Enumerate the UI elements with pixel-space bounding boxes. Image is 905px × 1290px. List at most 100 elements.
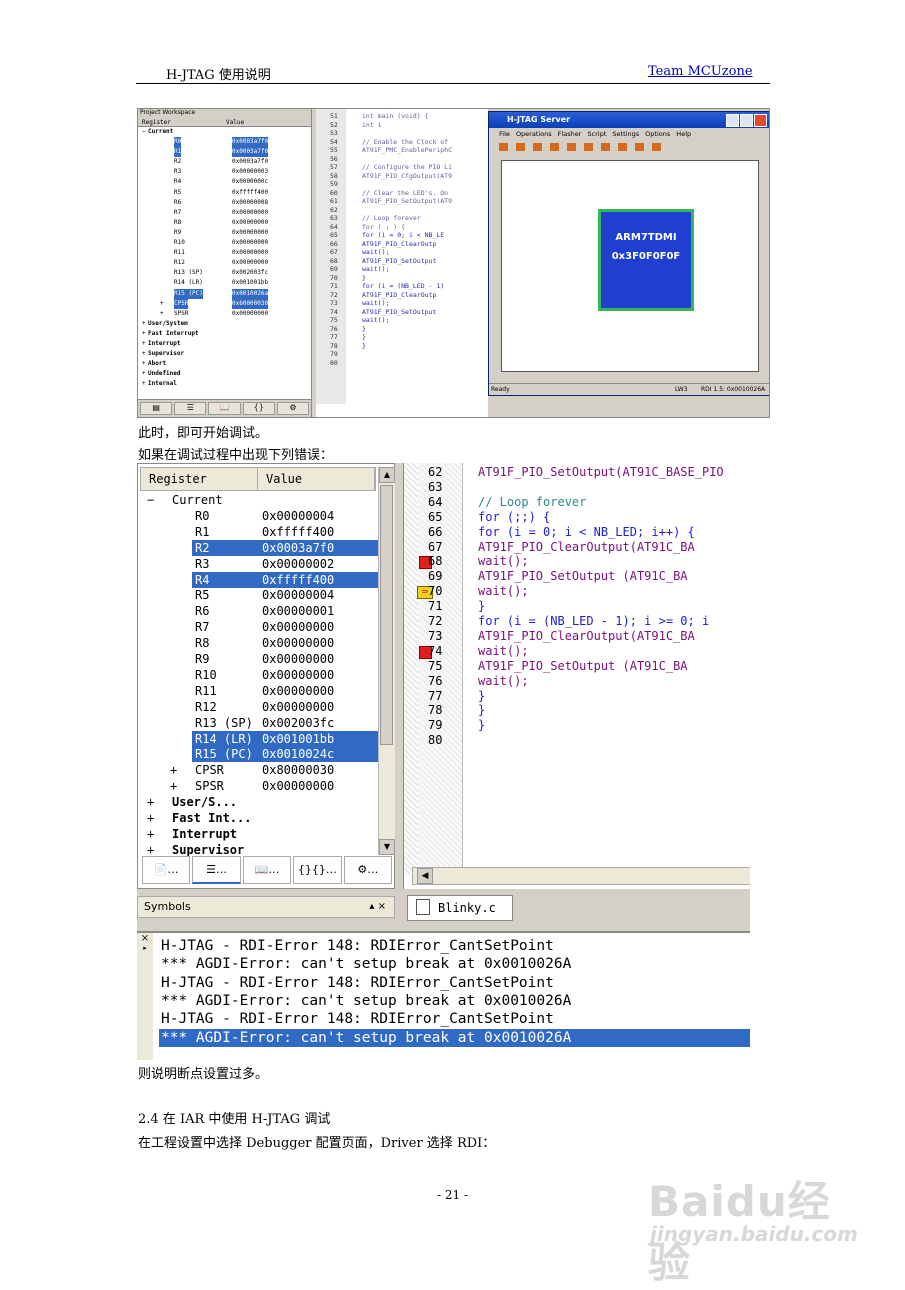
register-row[interactable]: R13 (SP) 0x002003fc — [138, 715, 378, 731]
expand-toggle-icon[interactable]: + — [147, 810, 154, 826]
tool-icon[interactable] — [601, 143, 610, 151]
register-row[interactable]: + CPSR 0x60000030 — [138, 298, 311, 309]
register-row[interactable]: + Fast Int... — [138, 810, 378, 826]
register-row[interactable]: + User/System — [138, 319, 311, 329]
register-row[interactable]: + Undefined — [138, 369, 311, 379]
register-row[interactable]: R11 0x00000000 — [138, 248, 311, 258]
col-register[interactable]: Register — [141, 468, 258, 490]
register-row[interactable]: R2 0x0003a7f0 — [138, 157, 311, 167]
vertical-scrollbar[interactable]: ▲ ▼ — [378, 467, 395, 855]
register-row[interactable]: R12 0x00000000 — [138, 258, 311, 268]
close-icon[interactable] — [533, 143, 542, 151]
register-row[interactable]: R1 0xfffff400 — [138, 524, 378, 540]
tool-icon[interactable] — [584, 143, 593, 151]
register-row[interactable]: R3 0x00000002 — [138, 556, 378, 572]
expand-toggle-icon[interactable]: + — [142, 319, 146, 329]
register-row[interactable]: R9 0x00000000 — [138, 228, 311, 238]
workspace-tab[interactable]: ☰… — [192, 856, 241, 884]
register-row[interactable]: + User/S... — [138, 794, 378, 810]
tab-functions[interactable]: {} — [242, 402, 275, 415]
register-row[interactable]: − Current — [138, 492, 378, 508]
pin-icon[interactable]: ▸ — [137, 944, 153, 952]
horizontal-scrollbar[interactable]: ◀ — [412, 867, 750, 885]
expand-toggle-icon[interactable]: + — [160, 299, 164, 309]
register-row[interactable]: + Abort — [138, 359, 311, 369]
workspace-tab[interactable]: {}{}… — [293, 856, 342, 884]
expand-toggle-icon[interactable]: + — [142, 339, 146, 349]
register-row[interactable]: R14 (LR) 0x001001bb — [138, 730, 378, 747]
scroll-thumb[interactable] — [380, 485, 393, 745]
search-icon[interactable] — [516, 143, 525, 151]
register-row[interactable]: R2 0x0003a7f0 — [138, 539, 378, 556]
workspace-tab[interactable]: 📄… — [142, 856, 191, 884]
expand-toggle-icon[interactable]: + — [142, 359, 146, 369]
expand-toggle-icon[interactable]: + — [142, 379, 146, 389]
register-row[interactable]: R15 (PC) 0x0010026a — [138, 288, 311, 299]
register-row[interactable]: R4 0x0000000c — [138, 177, 311, 187]
close-button[interactable] — [754, 114, 767, 127]
maximize-button[interactable] — [740, 114, 753, 127]
register-row[interactable]: R4 0xfffff400 — [138, 571, 378, 588]
tool-icon[interactable] — [652, 143, 661, 151]
register-row[interactable]: + Supervisor — [138, 349, 311, 359]
expand-toggle-icon[interactable]: + — [160, 309, 164, 319]
tool-icon[interactable] — [550, 143, 559, 151]
register-row[interactable]: R6 0x00000001 — [138, 603, 378, 619]
expand-toggle-icon[interactable]: + — [142, 369, 146, 379]
tab-regs[interactable]: ☰ — [174, 402, 207, 415]
register-row[interactable]: R12 0x00000000 — [138, 699, 378, 715]
register-row[interactable]: R1 0x0003a7f0 — [138, 147, 311, 158]
register-row[interactable]: + CPSR 0x80000030 — [138, 762, 378, 778]
output-message[interactable]: H-JTAG - RDI-Error 148: RDIError_CantSet… — [159, 974, 750, 992]
col-value[interactable]: Value — [258, 468, 375, 490]
expand-toggle-icon[interactable]: + — [170, 778, 177, 794]
register-row[interactable]: + Interrupt — [138, 339, 311, 349]
file-tab-blinky[interactable]: Blinky.c — [407, 895, 513, 921]
expand-toggle-icon[interactable]: − — [142, 127, 146, 137]
output-message[interactable]: H-JTAG - RDI-Error 148: RDIError_CantSet… — [159, 1010, 750, 1028]
tool-icon[interactable] — [499, 143, 508, 151]
register-row[interactable]: R8 0x00000000 — [138, 635, 378, 651]
register-row[interactable]: R7 0x00000000 — [138, 208, 311, 218]
hjtag-menu-bar[interactable]: File Operations Flasher Script Settings … — [489, 128, 769, 140]
register-row[interactable]: R9 0x00000000 — [138, 651, 378, 667]
expand-toggle-icon[interactable]: − — [147, 492, 154, 508]
register-row[interactable]: + Internal — [138, 379, 311, 389]
tab-templates[interactable]: ⚙ — [276, 402, 310, 415]
register-row[interactable]: R7 0x00000000 — [138, 619, 378, 635]
output-message[interactable]: *** AGDI-Error: can't setup break at 0x0… — [159, 1028, 750, 1047]
output-message[interactable]: *** AGDI-Error: can't setup break at 0x0… — [159, 992, 750, 1010]
workspace-tab[interactable]: ⚙… — [343, 856, 393, 884]
tool-icon[interactable] — [635, 143, 644, 151]
expand-toggle-icon[interactable]: + — [147, 794, 154, 810]
scroll-left-button[interactable]: ◀ — [417, 868, 433, 884]
register-row[interactable]: R3 0x00000003 — [138, 167, 311, 177]
register-row[interactable]: R11 0x00000000 — [138, 683, 378, 699]
expand-toggle-icon[interactable]: + — [142, 329, 146, 339]
register-row[interactable]: R0 0x00000004 — [138, 508, 378, 524]
register-row[interactable]: R14 (LR) 0x001001bb — [138, 278, 311, 288]
scroll-down-button[interactable]: ▼ — [379, 839, 395, 855]
expand-toggle-icon[interactable]: + — [170, 762, 177, 778]
panel-controls[interactable]: ▴ × — [369, 897, 386, 917]
output-message[interactable]: H-JTAG - RDI-Error 148: RDIError_CantSet… — [159, 937, 750, 955]
register-row[interactable]: R15 (PC) 0x0010024c — [138, 746, 378, 763]
workspace-tab[interactable]: 📖… — [242, 856, 292, 884]
col-register[interactable]: Register — [138, 119, 222, 126]
register-row[interactable]: R5 0x00000004 — [138, 587, 378, 603]
register-row[interactable]: R8 0x00000000 — [138, 218, 311, 228]
close-icon[interactable]: × — [137, 933, 153, 944]
col-value[interactable]: Value — [222, 119, 306, 126]
register-row[interactable]: R10 0x00000000 — [138, 238, 311, 248]
register-row[interactable]: R13 (SP) 0x002003fc — [138, 268, 311, 278]
tab-books[interactable]: 📖 — [208, 402, 241, 415]
expand-toggle-icon[interactable]: + — [147, 826, 154, 842]
register-row[interactable]: + Fast Interrupt — [138, 329, 311, 339]
register-row[interactable]: − Current — [138, 127, 311, 137]
tab-files[interactable]: ▤ — [140, 402, 173, 415]
minimize-button[interactable] — [726, 114, 739, 127]
header-right-link[interactable]: Team MCUzone — [648, 64, 753, 79]
expand-toggle-icon[interactable]: + — [142, 349, 146, 359]
scroll-up-button[interactable]: ▲ — [379, 467, 395, 483]
register-row[interactable]: R0 0x0003a7f0 — [138, 137, 311, 148]
